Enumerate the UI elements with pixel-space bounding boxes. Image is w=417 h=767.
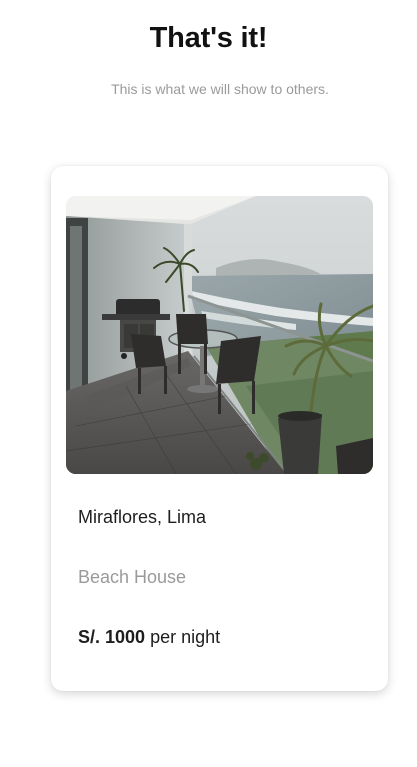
listing-price: S/. 1000 per night <box>78 627 220 648</box>
page-subtitle: This is what we will show to others. <box>111 81 329 97</box>
page-title: That's it! <box>149 22 268 54</box>
price-amount: S/. 1000 <box>78 627 146 647</box>
listing-preview-screen: That's it! This is what we will show to … <box>0 0 417 767</box>
listing-card[interactable]: Miraflores, Lima Beach House S/. 1000 pe… <box>51 166 388 691</box>
price-suffix: per night <box>145 627 221 647</box>
listing-photo <box>66 196 373 474</box>
listing-property-type: Beach House <box>78 567 187 587</box>
listing-location: Miraflores, Lima <box>78 507 207 527</box>
